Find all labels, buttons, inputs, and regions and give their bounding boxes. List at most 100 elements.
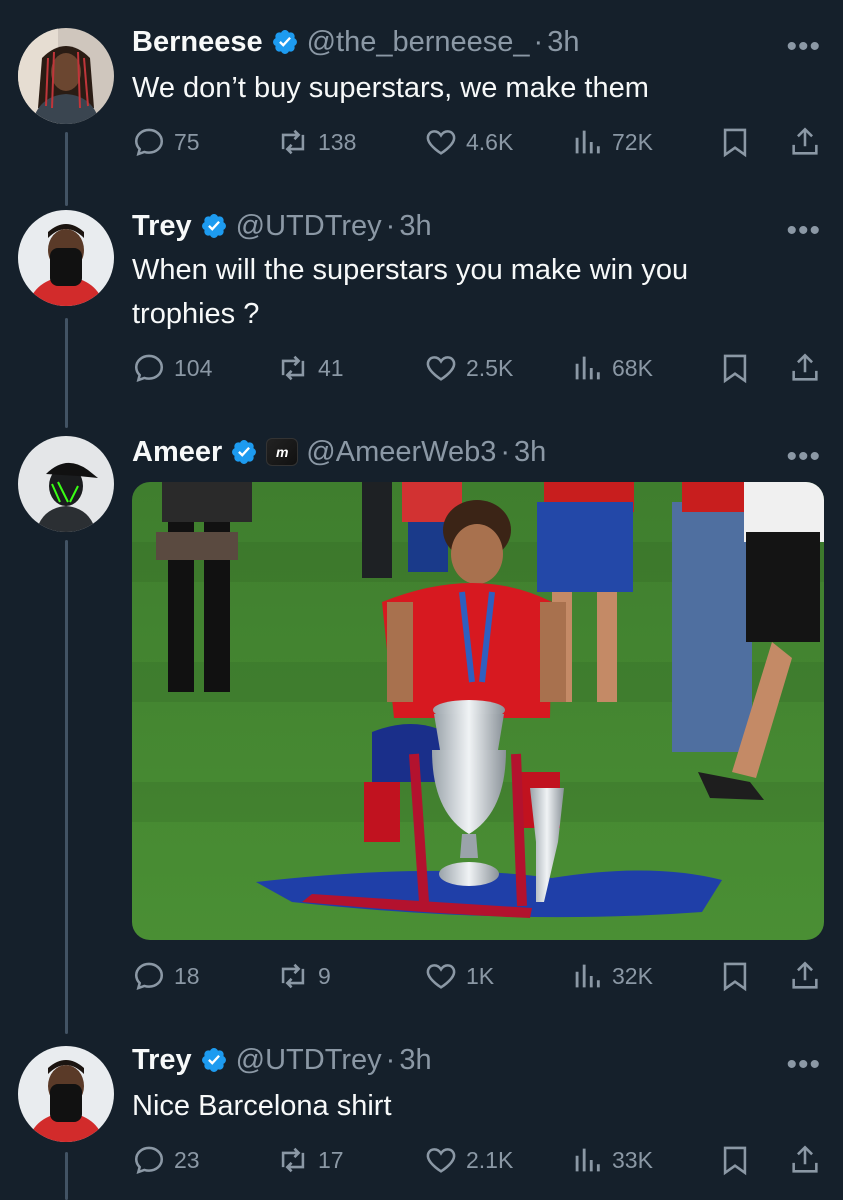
reply-button[interactable]: 18: [132, 956, 200, 996]
avatar[interactable]: [18, 436, 114, 532]
repost-icon: [281, 355, 305, 381]
display-name[interactable]: Ameer: [132, 436, 222, 469]
tweet[interactable]: Ameer m @AmeerWeb3 · 3h ••• 18 9 1K 32K: [0, 430, 843, 1040]
bookmark-icon: [723, 1146, 747, 1176]
tweet-text: Nice Barcelona shirt: [132, 1090, 392, 1122]
separator-dot: ·: [533, 25, 544, 58]
share-button[interactable]: [788, 122, 822, 162]
like-count: 4.6K: [466, 128, 514, 155]
verified-badge-icon: [201, 1048, 226, 1072]
reply-icon: [134, 128, 164, 157]
share-button[interactable]: [788, 348, 822, 388]
reply-icon: [134, 1146, 164, 1175]
bookmark-button[interactable]: [718, 348, 752, 388]
share-icon: [792, 127, 818, 155]
bookmark-button[interactable]: [718, 956, 752, 996]
timestamp[interactable]: 3h: [547, 26, 579, 59]
more-options-icon[interactable]: •••: [786, 1050, 821, 1080]
bookmark-button[interactable]: [718, 122, 752, 162]
views-button[interactable]: 33K: [570, 1140, 653, 1180]
repost-button[interactable]: 9: [276, 956, 331, 996]
user-handle[interactable]: @AmeerWeb3: [306, 436, 496, 469]
tweet-text: We don’t buy superstars, we make them: [132, 72, 649, 104]
like-button[interactable]: 2.5K: [424, 348, 513, 388]
tweet-header: Trey @UTDTrey · 3h: [132, 206, 432, 246]
repost-icon: [281, 963, 305, 989]
reply-button[interactable]: 75: [132, 122, 200, 162]
reply-button[interactable]: 23: [132, 1140, 200, 1180]
bookmark-icon: [723, 128, 747, 158]
avatar[interactable]: [18, 28, 114, 124]
repost-count: 41: [318, 354, 344, 381]
verified-badge-icon: [232, 440, 257, 464]
timestamp[interactable]: 3h: [399, 210, 431, 243]
bookmark-button[interactable]: [718, 1140, 752, 1180]
views-chart-icon: [575, 130, 600, 154]
timestamp[interactable]: 3h: [399, 1044, 431, 1077]
action-bar: 18 9 1K 32K: [132, 956, 824, 996]
trophy-celebration-photo: [132, 482, 824, 940]
like-button[interactable]: 1K: [424, 956, 494, 996]
more-options-icon[interactable]: •••: [786, 442, 821, 472]
reply-count: 104: [174, 354, 213, 381]
reply-count: 75: [174, 128, 200, 155]
views-button[interactable]: 32K: [570, 956, 653, 996]
bookmark-icon: [723, 354, 747, 384]
share-icon: [792, 961, 818, 989]
views-count: 32K: [612, 962, 653, 989]
like-button[interactable]: 2.1K: [424, 1140, 513, 1180]
tweet-header: Ameer m @AmeerWeb3 · 3h: [132, 432, 546, 472]
user-handle[interactable]: @UTDTrey: [236, 1044, 382, 1077]
display-name[interactable]: Trey: [132, 1044, 192, 1077]
repost-icon: [281, 129, 305, 155]
action-bar: 75 138 4.6K 72K: [132, 122, 824, 162]
share-button[interactable]: [788, 1140, 822, 1180]
tweet[interactable]: Trey @UTDTrey · 3h ••• Nice Barcelona sh…: [0, 1040, 843, 1200]
repost-button[interactable]: 17: [276, 1140, 344, 1180]
views-chart-icon: [575, 964, 600, 988]
more-options-icon[interactable]: •••: [786, 32, 821, 62]
repost-icon: [281, 1147, 305, 1173]
separator-dot: ·: [385, 1043, 396, 1076]
views-count: 68K: [612, 354, 653, 381]
heart-icon: [426, 356, 456, 381]
views-button[interactable]: 68K: [570, 348, 653, 388]
bookmark-icon: [723, 962, 747, 992]
avatar[interactable]: [18, 210, 114, 306]
heart-icon: [426, 964, 456, 989]
verified-badge-icon: [201, 214, 226, 238]
tweet-header: Trey @UTDTrey · 3h: [132, 1040, 432, 1080]
display-name[interactable]: Berneese: [132, 26, 263, 59]
tweet-text: When will the superstars you make win yo…: [132, 254, 689, 330]
views-chart-icon: [575, 356, 600, 380]
views-count: 33K: [612, 1146, 653, 1173]
views-button[interactable]: 72K: [570, 122, 653, 162]
reply-count: 23: [174, 1146, 200, 1173]
tweet-header: Berneese @the_berneese_ · 3h: [132, 22, 579, 62]
like-button[interactable]: 4.6K: [424, 122, 513, 162]
like-count: 2.1K: [466, 1146, 514, 1173]
reply-button[interactable]: 104: [132, 348, 212, 388]
user-handle[interactable]: @the_berneese_: [307, 26, 530, 59]
display-name[interactable]: Trey: [132, 210, 192, 243]
timestamp[interactable]: 3h: [514, 436, 546, 469]
tweet-media-photo[interactable]: [132, 482, 824, 940]
like-count: 2.5K: [466, 354, 514, 381]
tweet[interactable]: Berneese @the_berneese_ · 3h ••• We don’…: [0, 0, 843, 200]
more-options-icon[interactable]: •••: [786, 216, 821, 246]
user-handle[interactable]: @UTDTrey: [236, 210, 382, 243]
tweet[interactable]: Trey @UTDTrey · 3h ••• When will the sup…: [0, 200, 843, 430]
share-icon: [792, 353, 818, 381]
repost-button[interactable]: 138: [276, 122, 356, 162]
repost-button[interactable]: 41: [276, 348, 344, 388]
affiliate-badge-icon[interactable]: m: [266, 438, 299, 466]
separator-dot: ·: [385, 209, 396, 242]
reply-count: 18: [174, 962, 200, 989]
repost-count: 9: [318, 962, 331, 989]
avatar[interactable]: [18, 1046, 114, 1142]
repost-count: 138: [318, 128, 357, 155]
verified-badge-icon: [272, 30, 297, 54]
repost-count: 17: [318, 1146, 344, 1173]
action-bar: 23 17 2.1K 33K: [132, 1140, 824, 1180]
share-button[interactable]: [788, 956, 822, 996]
